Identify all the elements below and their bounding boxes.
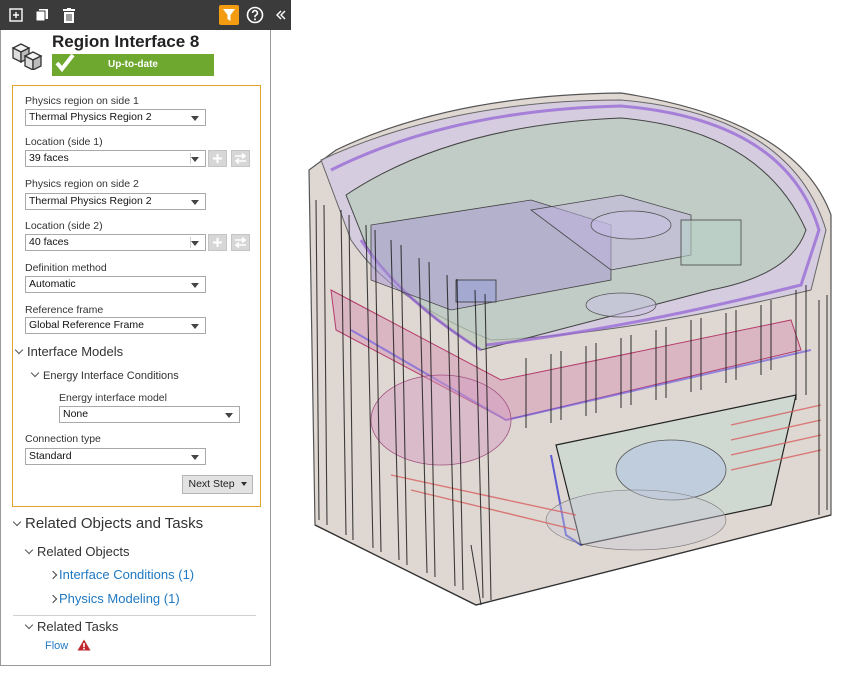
trash-icon[interactable]	[59, 5, 79, 25]
energy-model-label: Energy interface model	[59, 392, 167, 404]
chevron-down-icon	[191, 157, 199, 162]
physics-region-2-label: Physics region on side 2	[25, 178, 139, 190]
energy-interface-section[interactable]: Energy Interface Conditions	[30, 368, 179, 382]
chevron-down-icon	[225, 413, 233, 418]
connection-type-label: Connection type	[25, 433, 101, 445]
physics-region-1-label: Physics region on side 1	[25, 95, 139, 107]
chevron-down-icon	[24, 620, 34, 630]
related-objects-section[interactable]: Related Objects	[24, 544, 130, 559]
chevron-right-icon	[48, 570, 58, 580]
properties-panel: Region Interface 8 Up-to-date Physics re…	[0, 30, 271, 666]
related-section[interactable]: Related Objects and Tasks	[12, 515, 203, 532]
plus-icon	[213, 154, 222, 163]
definition-method-select[interactable]: Automatic	[25, 276, 206, 293]
location-1-label: Location (side 1)	[25, 136, 103, 148]
swap-faces-button[interactable]	[231, 150, 250, 167]
new-icon[interactable]	[6, 5, 26, 25]
divider	[13, 615, 256, 616]
status-badge: Up-to-date	[52, 53, 214, 76]
connection-type-select[interactable]: Standard	[25, 448, 206, 465]
related-object-physics-modeling[interactable]: Physics Modeling (1)	[48, 591, 180, 606]
copy-icon[interactable]	[32, 5, 52, 25]
swap-icon	[234, 237, 247, 248]
model-viewport[interactable]	[291, 0, 860, 676]
caret-down-icon	[240, 482, 247, 486]
add-faces-button-2[interactable]	[208, 234, 227, 251]
help-icon[interactable]	[245, 5, 265, 25]
swap-icon	[234, 153, 247, 164]
location-1-select[interactable]: 39 faces	[25, 150, 206, 167]
collapse-icon[interactable]	[271, 5, 291, 25]
plus-icon	[213, 238, 222, 247]
chevron-down-icon	[14, 345, 24, 355]
chevron-down-icon	[191, 200, 199, 205]
warning-icon	[77, 639, 91, 651]
region-interface-icon	[11, 40, 45, 73]
related-tasks-section[interactable]: Related Tasks	[24, 619, 118, 634]
related-object-interface-conditions[interactable]: Interface Conditions (1)	[48, 567, 194, 582]
page-title: Region Interface 8	[52, 32, 200, 51]
swap-faces-button-2[interactable]	[231, 234, 250, 251]
chevron-down-icon	[191, 116, 199, 121]
physics-region-2-select[interactable]: Thermal Physics Region 2	[25, 193, 206, 210]
location-2-select[interactable]: 40 faces	[25, 234, 206, 251]
chevron-down-icon	[12, 517, 22, 527]
chevron-down-icon	[30, 368, 40, 378]
chevron-right-icon	[48, 594, 58, 604]
chevron-down-icon	[191, 241, 199, 246]
reference-frame-select[interactable]: Global Reference Frame	[25, 317, 206, 334]
energy-model-select[interactable]: None	[59, 406, 240, 423]
chevron-down-icon	[24, 545, 34, 555]
interface-models-section[interactable]: Interface Models	[14, 344, 123, 359]
properties-form: Physics region on side 1 Thermal Physics…	[12, 85, 261, 507]
chevron-down-icon	[191, 455, 199, 460]
reference-frame-label: Reference frame	[25, 304, 104, 316]
location-2-label: Location (side 2)	[25, 220, 103, 232]
chevron-down-icon	[191, 283, 199, 288]
next-step-button[interactable]: Next Step	[182, 475, 253, 494]
definition-method-label: Definition method	[25, 262, 107, 274]
related-task-flow[interactable]: Flow	[45, 639, 91, 652]
cad-model-render	[308, 92, 832, 606]
add-faces-button[interactable]	[208, 150, 227, 167]
chevron-down-icon	[191, 324, 199, 329]
top-toolbar	[0, 0, 291, 30]
physics-region-1-select[interactable]: Thermal Physics Region 2	[25, 109, 206, 126]
filter-icon[interactable]	[219, 5, 239, 25]
